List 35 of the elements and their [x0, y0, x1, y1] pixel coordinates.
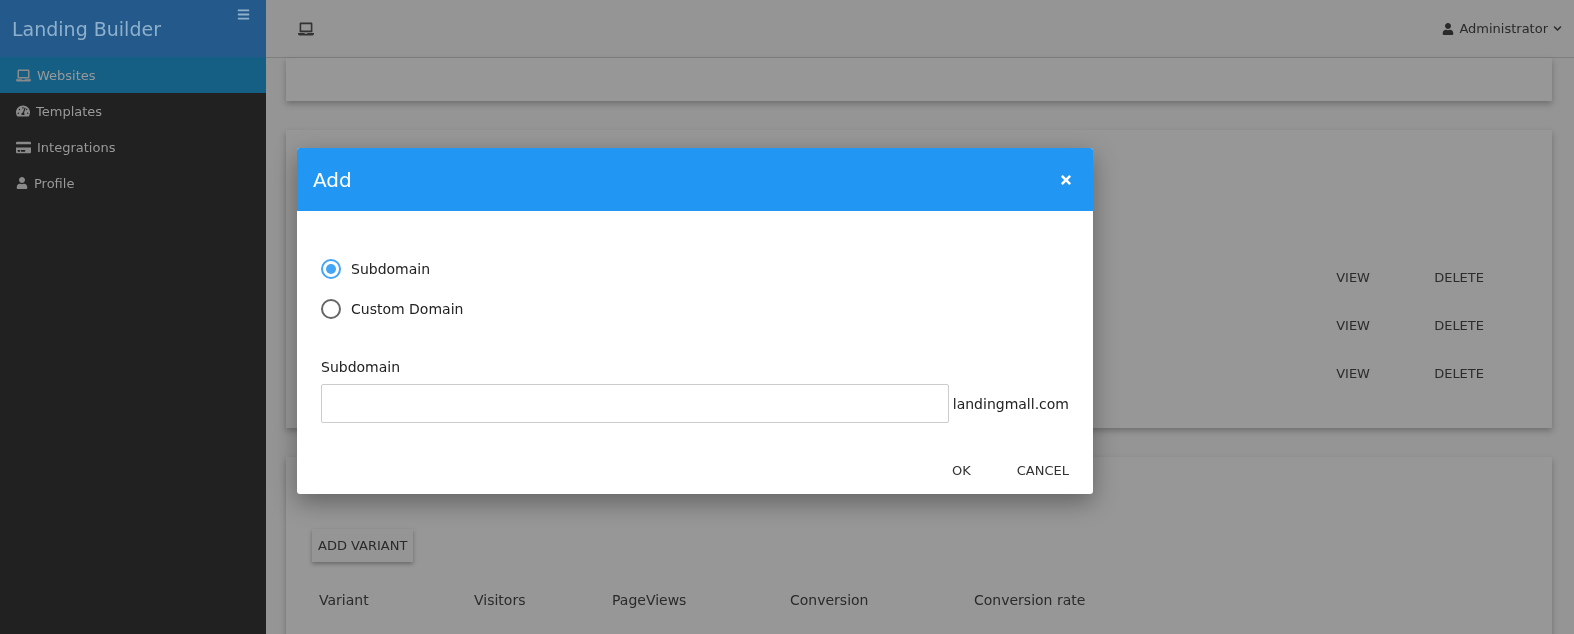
column-header: Conversion [790, 592, 870, 608]
user-icon [16, 177, 28, 189]
subdomain-field[interactable] [321, 384, 949, 423]
action-link[interactable]: DELETE [1434, 318, 1484, 333]
action-link[interactable]: VIEW [1336, 270, 1371, 285]
laptop-icon[interactable] [298, 20, 314, 37]
dialog-button[interactable]: CANCEL [1016, 463, 1069, 478]
sidebar-item[interactable]: Templates [0, 93, 266, 129]
user-menu[interactable]: Administrator [1442, 21, 1562, 36]
app-title: Landing Builder [12, 17, 161, 40]
action-link[interactable]: DELETE [1434, 270, 1484, 285]
dialog-button[interactable]: OK [952, 463, 971, 478]
gauge-icon [16, 104, 30, 118]
action-link[interactable]: DELETE [1434, 366, 1484, 381]
laptop-icon [16, 67, 31, 83]
card-icon [16, 139, 31, 155]
menu-icon[interactable] [237, 8, 250, 21]
column-header: Conversion rate [974, 592, 1087, 608]
radio-option[interactable]: Subdomain [321, 249, 1069, 289]
column-header: Variant [319, 592, 370, 608]
sidebar-item[interactable]: Websites [0, 57, 266, 93]
column-header: PageViews [612, 592, 688, 608]
action-link[interactable]: VIEW [1336, 318, 1371, 333]
dialog-title: Add [313, 167, 352, 192]
add-variant-button[interactable]: ADD VARIANT [312, 529, 414, 562]
chevron-down-icon [1553, 24, 1562, 33]
sidebar-item[interactable]: Integrations [0, 129, 266, 165]
close-button[interactable] [1059, 172, 1073, 187]
sidebar-item[interactable]: Profile [0, 165, 266, 201]
action-link[interactable]: VIEW [1336, 366, 1371, 381]
column-header: Visitors [474, 592, 527, 608]
field-label: Subdomain [321, 359, 402, 375]
radio-option[interactable]: Custom Domain [321, 289, 1069, 329]
domain-suffix: landingmall.com [952, 395, 1069, 412]
user-icon [1442, 22, 1455, 35]
